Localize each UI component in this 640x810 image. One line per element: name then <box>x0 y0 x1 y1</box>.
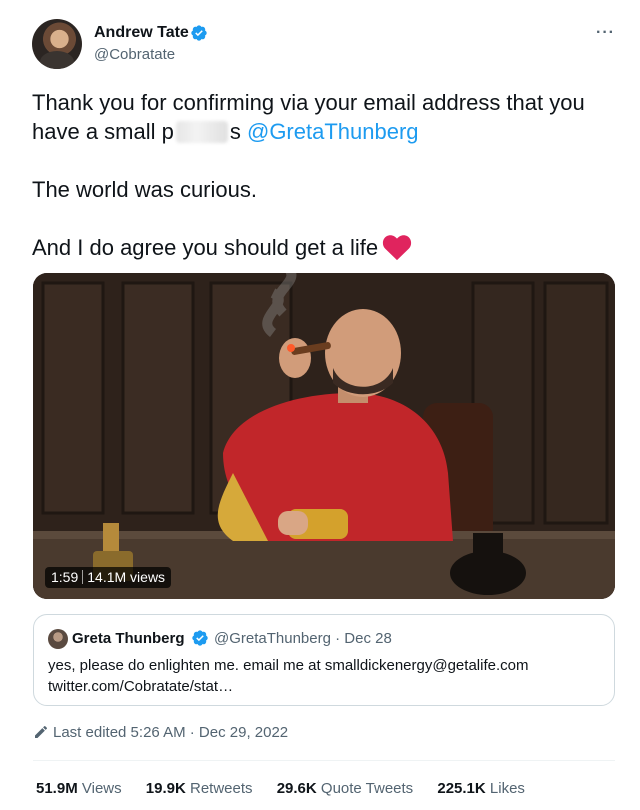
author-handle[interactable]: @Cobratate <box>94 46 175 63</box>
likes-count: 225.1K <box>437 780 486 797</box>
video-view-count: 14.1M views <box>87 569 166 585</box>
retweets-label: Retweets <box>190 780 253 797</box>
quoted-tweet-text: yes, please do enlighten me. email me at… <box>48 657 529 695</box>
author-name[interactable]: Andrew Tate <box>94 24 189 42</box>
quote-tweets-stat[interactable]: 29.6K Quote Tweets <box>277 780 413 797</box>
quoted-tweet-date[interactable]: · Dec 28 <box>335 630 392 647</box>
tweet-text-suffix: s <box>229 119 241 144</box>
likes-label: Likes <box>489 780 525 797</box>
heart-icon <box>383 235 412 261</box>
retweets-count: 19.9K <box>145 780 186 797</box>
divider <box>33 760 615 761</box>
quoted-author-avatar[interactable] <box>48 629 68 649</box>
video-info-badge: 1:59 14.1M views <box>45 567 172 588</box>
quote-tweets-label: Quote Tweets <box>320 780 414 797</box>
video-duration: 1:59 <box>51 569 79 585</box>
more-options-icon[interactable]: ··· <box>596 24 615 42</box>
redacted-text <box>175 121 228 143</box>
badge-divider <box>82 570 84 584</box>
edited-timestamp[interactable]: Last edited 5:26 AM · Dec 29, 2022 <box>33 724 288 741</box>
tweet: Andrew Tate @Cobratate ··· Thank you for… <box>0 0 640 810</box>
video-player[interactable] <box>33 273 615 599</box>
views-stat[interactable]: 51.9M Views <box>36 780 122 797</box>
engagement-stats: 51.9M Views 19.9K Retweets 29.6K Quote T… <box>36 780 545 797</box>
quoted-author-handle-date[interactable]: @GretaThunberg · Dec 28 <box>214 630 392 647</box>
views-label: Views <box>81 780 122 797</box>
video-thumbnail <box>33 273 615 599</box>
mention-link[interactable]: @GretaThunberg <box>247 119 419 144</box>
views-count: 51.9M <box>36 780 78 797</box>
quoted-author-name[interactable]: Greta Thunberg <box>72 630 185 647</box>
likes-stat[interactable]: 225.1K Likes <box>437 780 525 797</box>
quoted-tweet[interactable]: Greta Thunberg @GretaThunberg · Dec 28 y… <box>33 614 615 706</box>
tweet-text: Thank you for confirming via your email … <box>32 88 612 291</box>
quoted-author-handle[interactable]: @GretaThunberg <box>214 630 331 647</box>
retweets-stat[interactable]: 19.9K Retweets <box>146 780 253 797</box>
author-avatar[interactable] <box>32 19 82 69</box>
edited-label: Last edited 5:26 AM · Dec 29, 2022 <box>53 724 289 741</box>
verified-badge-icon <box>191 25 207 41</box>
tweet-paragraph-2: The world was curious. <box>32 177 257 202</box>
tweet-paragraph-3: And I do agree you should get a life <box>32 235 379 260</box>
verified-badge-icon <box>192 630 208 646</box>
pencil-icon <box>35 725 48 738</box>
quote-tweets-count: 29.6K <box>276 780 317 797</box>
